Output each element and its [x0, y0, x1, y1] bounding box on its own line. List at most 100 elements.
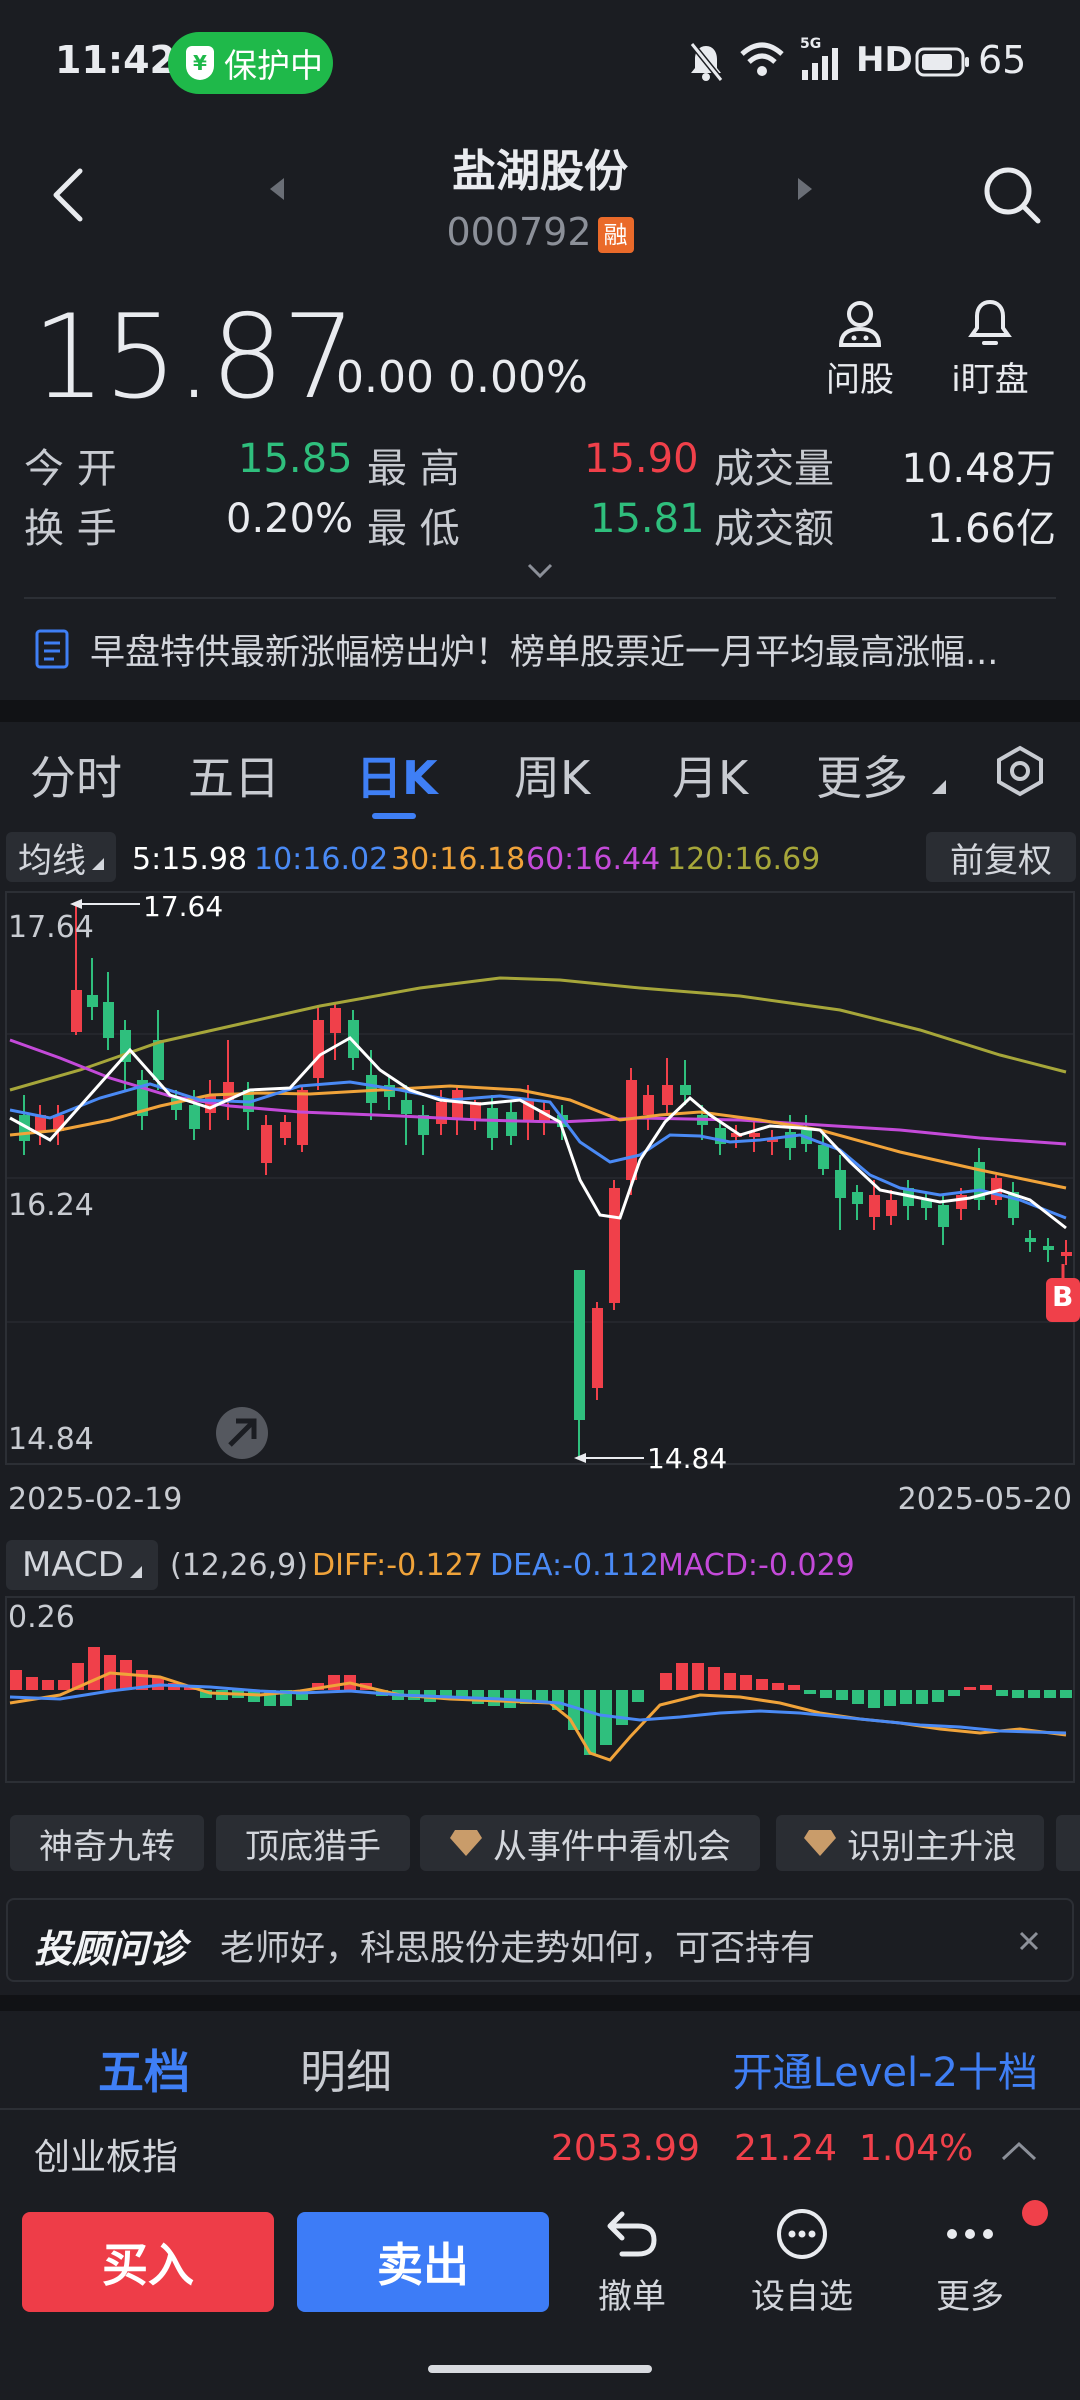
ask-stock-button[interactable]: 问股	[810, 298, 910, 401]
ma10-value: 10:16.02	[254, 842, 389, 877]
chevron-up-icon[interactable]	[1000, 2140, 1038, 2162]
end-date: 2025-05-20	[897, 1482, 1072, 1517]
news-text: 早盘特供最新涨幅榜出炉！榜单股票近一月平均最高涨幅...	[90, 633, 999, 673]
change-value: 0.00	[336, 352, 434, 403]
tool-top-bottom-hunter[interactable]: 顶底猎手	[216, 1815, 410, 1871]
tab-weekly-k[interactable]: 周K	[514, 742, 590, 808]
tab-monthly-k[interactable]: 月K	[672, 742, 748, 808]
stock-code-row: 000792 融	[0, 210, 1080, 254]
status-bar: 11:42 ¥ 保护中 5G HD 65	[0, 0, 1080, 125]
buy-button[interactable]: 买入	[22, 2212, 274, 2312]
macd-top-label: 0.26	[8, 1600, 75, 1635]
battery-level: 65	[978, 38, 1027, 82]
open-label: 今 开	[24, 446, 117, 492]
macd-label: MACD	[22, 1545, 124, 1585]
macd-diff: DIFF:-0.127	[312, 1548, 483, 1583]
add-watchlist-button[interactable]: 设自选	[740, 2206, 864, 2318]
macd-selector[interactable]: MACD	[6, 1540, 158, 1590]
volume-value: 10.48万	[901, 446, 1056, 492]
high-marker-label: 17.64	[143, 890, 224, 923]
tool-event-opportunity[interactable]: 从事件中看机会	[420, 1815, 760, 1871]
cancel-order-button[interactable]: 撤单	[572, 2206, 692, 2318]
index-value: 2053.99	[551, 2128, 700, 2169]
section-gap	[0, 700, 1080, 722]
mute-bell-icon	[689, 42, 724, 82]
ma5-value: 5:15.98	[132, 842, 248, 877]
document-icon	[35, 629, 69, 669]
more-triangle-icon	[932, 780, 946, 794]
settings-hex-icon[interactable]	[994, 745, 1046, 797]
macd-chart[interactable]	[0, 1595, 1080, 1785]
macd-dea: DEA:-0.112	[490, 1548, 659, 1583]
wifi-icon	[740, 42, 784, 76]
close-icon[interactable]	[1018, 1930, 1040, 1952]
tool-nine-turns[interactable]: 神奇九转	[10, 1815, 204, 1871]
diamond-icon	[804, 1830, 836, 1856]
low-value: 15.81	[590, 496, 705, 542]
divider	[24, 597, 1056, 599]
start-date: 2025-02-19	[8, 1482, 183, 1517]
ma30-value: 30:16.18	[391, 842, 526, 877]
tab-daily-k[interactable]: 日K	[356, 742, 438, 808]
ma120-value: 120:16.69	[667, 842, 821, 877]
more-dots-icon	[947, 2229, 993, 2239]
tab-more[interactable]: 更多	[816, 742, 908, 808]
kline-mid-label: 16.24	[8, 1188, 94, 1223]
more-button[interactable]: 更多	[910, 2206, 1030, 2318]
cancel-order-label: 撤单	[598, 2277, 666, 2317]
adjust-label: 前复权	[950, 840, 1052, 881]
ask-stock-label: 问股	[826, 360, 894, 400]
section-gap-2	[0, 1995, 1080, 2011]
tool-main-wave[interactable]: 识别主升浪	[776, 1815, 1044, 1871]
low-marker-label: 14.84	[647, 1442, 728, 1475]
low-label: 最 低	[367, 506, 460, 552]
search-icon[interactable]	[980, 163, 1044, 227]
amount-value: 1.66亿	[926, 506, 1056, 552]
level2-link[interactable]: 开通Level-2十档	[733, 2040, 1038, 2098]
macd-triangle-icon	[129, 1566, 142, 1578]
index-ticker[interactable]: 创业板指 2053.99 21.24 1.04%	[0, 2110, 1080, 2194]
tool-main-wave-label: 识别主升浪	[847, 1826, 1017, 1867]
buy-signal-marker: B	[1052, 1280, 1074, 1313]
tool-event-label: 从事件中看机会	[493, 1826, 731, 1867]
watch-button[interactable]: i盯盘	[940, 298, 1040, 401]
tab-detail[interactable]: 明细	[300, 2036, 392, 2102]
person-chat-icon	[838, 301, 882, 347]
candles	[19, 902, 1072, 1458]
watch-label: i盯盘	[951, 360, 1029, 400]
kline-chart[interactable]	[0, 890, 1080, 1470]
protect-badge[interactable]: ¥ 保护中	[168, 32, 333, 94]
advisor-banner[interactable]: 投顾问诊 老师好，科思股份走势如何，可否持有	[6, 1898, 1074, 1982]
news-banner[interactable]: 早盘特供最新涨幅榜出炉！榜单股票近一月平均最高涨幅...	[0, 610, 1080, 688]
ma60-value: 60:16.44	[526, 842, 661, 877]
ma-triangle-icon	[92, 858, 104, 870]
stock-name: 盐湖股份	[452, 146, 628, 197]
advisor-text: 老师好，科思股份走势如何，可否持有	[220, 1929, 816, 1969]
sell-button[interactable]: 卖出	[297, 2212, 549, 2312]
home-indicator[interactable]	[428, 2365, 652, 2373]
index-pct: 1.04%	[859, 2128, 974, 2169]
shield-icon: ¥	[186, 46, 214, 80]
clock: 11:42	[55, 38, 176, 82]
stock-code: 000792	[446, 210, 592, 254]
battery-icon	[915, 47, 969, 77]
macd-value: MACD:-0.029	[658, 1548, 855, 1583]
change-percent: 0.00%	[447, 352, 588, 403]
kline-bottom-label: 14.84	[8, 1422, 94, 1457]
notification-dot	[1022, 2200, 1048, 2226]
bell-icon	[968, 299, 1012, 345]
adjust-selector[interactable]: 前复权	[926, 832, 1076, 882]
tab-intraday[interactable]: 分时	[30, 742, 122, 808]
turnover-label: 换 手	[24, 506, 117, 552]
tool-more-chip[interactable]	[1056, 1815, 1080, 1871]
open-value: 15.85	[238, 436, 353, 482]
tab-five-day[interactable]: 五日	[188, 742, 280, 808]
more-label: 更多	[936, 2277, 1004, 2317]
tab-five-levels[interactable]: 五档	[98, 2036, 190, 2102]
expand-chevron-icon[interactable]	[526, 562, 554, 580]
ma-selector[interactable]: 均线	[6, 832, 116, 882]
signal-icon	[802, 48, 838, 80]
index-name: 创业板指	[34, 2137, 179, 2178]
hd-indicator: HD	[856, 40, 913, 80]
volume-label: 成交量	[714, 446, 834, 492]
